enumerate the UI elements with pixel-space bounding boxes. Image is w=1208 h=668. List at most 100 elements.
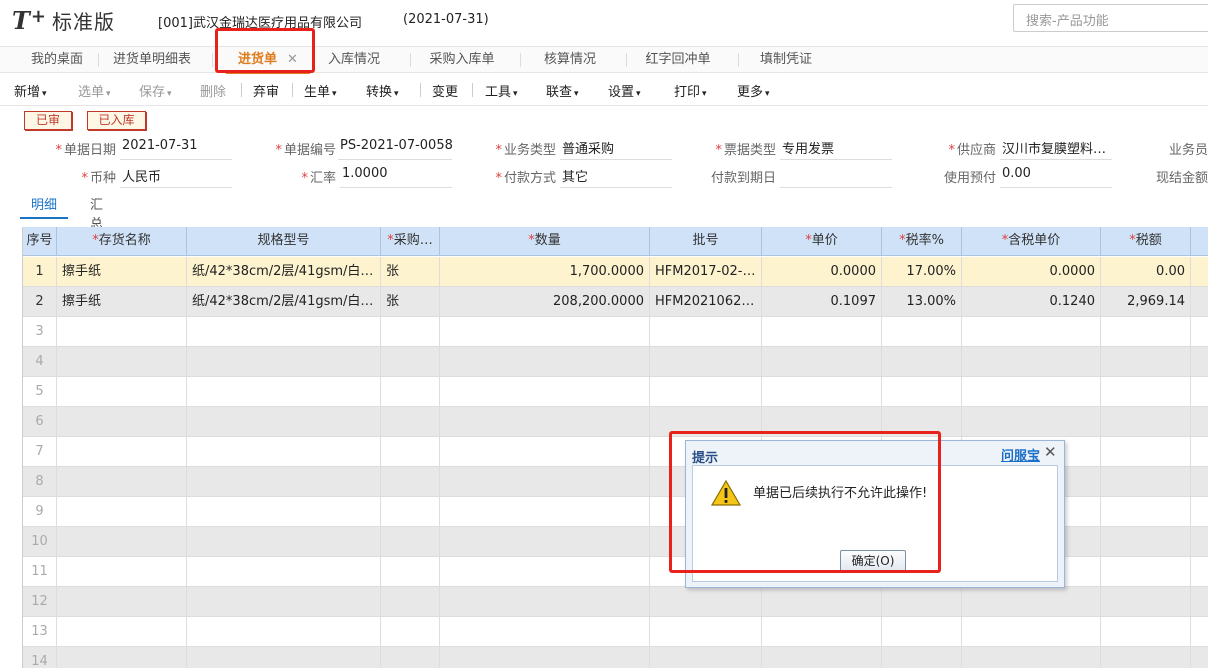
grid-cell[interactable] [440,467,650,497]
grid-cell[interactable] [962,407,1101,437]
grid-cell[interactable] [57,647,187,668]
grid-cell[interactable] [57,437,187,467]
tab-detail[interactable]: 明细 [20,194,68,219]
grid-cell[interactable] [1101,497,1191,527]
tab-receipt[interactable]: 进货单 ✕ [226,47,310,74]
grid-cell[interactable] [650,587,762,617]
grid-cell[interactable] [1101,557,1191,587]
grid-cell[interactable] [57,317,187,347]
grid-cell[interactable] [187,467,381,497]
cell-tax-rate[interactable]: 17.00% [882,257,962,287]
linked-query-button[interactable]: 联查 ▾ [546,81,579,100]
cell-tax-price[interactable]: 0.0000 [962,257,1101,287]
grid-cell[interactable] [381,617,440,647]
grid-cell[interactable] [440,317,650,347]
cell-unit[interactable]: 张 [381,257,440,287]
grid-cell[interactable] [440,587,650,617]
grid-cell[interactable] [882,377,962,407]
grid-cell[interactable] [762,317,882,347]
grid-cell[interactable] [1191,587,1208,617]
grid-cell[interactable] [762,347,882,377]
grid-cell[interactable] [440,497,650,527]
settings-button[interactable]: 设置 ▾ [608,81,641,100]
grid-cell[interactable] [381,497,440,527]
tab-desktop[interactable]: 我的桌面 [22,47,92,74]
tab-inbound-status[interactable]: 入库情况 [322,47,386,74]
invoice-type-field[interactable]: 专用发票 [780,138,892,160]
grid-cell[interactable] [1101,407,1191,437]
grid-cell[interactable] [650,647,762,668]
grid-cell[interactable] [1191,497,1208,527]
more-button[interactable]: 更多 ▾ [737,81,770,100]
table-row[interactable]: 3 [23,317,1208,347]
col-tax-rate[interactable]: *税率% [882,227,962,256]
grid-cell[interactable] [762,377,882,407]
grid-cell[interactable] [882,617,962,647]
table-row[interactable]: 12 [23,587,1208,617]
generate-button[interactable]: 生单 ▾ [304,81,337,100]
cell-batch[interactable]: HFM20210622… [650,287,762,317]
abandon-audit-button[interactable]: 弃审 [253,81,279,100]
close-icon[interactable]: ✕ [1044,443,1057,461]
grid-cell[interactable] [1191,377,1208,407]
grid-cell[interactable] [57,497,187,527]
grid-cell[interactable] [762,647,882,668]
grid-cell[interactable] [762,617,882,647]
grid-cell[interactable] [381,647,440,668]
grid-cell[interactable] [187,587,381,617]
convert-button[interactable]: 转换 ▾ [366,81,399,100]
grid-cell[interactable] [1101,317,1191,347]
grid-cell[interactable] [1101,617,1191,647]
doc-no-field[interactable]: PS-2021-07-0058 [338,138,452,160]
grid-cell[interactable] [381,407,440,437]
tab-accounting[interactable]: 核算情况 [538,47,602,74]
grid-cell[interactable] [1191,407,1208,437]
tab-receipt-detail[interactable]: 进货单明细表 [106,47,198,74]
grid-cell[interactable] [440,377,650,407]
table-row[interactable]: 14 [23,647,1208,668]
col-tax-amount[interactable]: *税额 [1101,227,1191,256]
cell-unit[interactable]: 张 [381,287,440,317]
cell-tax-rate[interactable]: 13.00% [882,287,962,317]
grid-cell[interactable] [57,377,187,407]
grid-cell[interactable] [762,587,882,617]
table-row[interactable]: 5 [23,377,1208,407]
biz-type-field[interactable]: 普通采购 [560,138,672,160]
grid-cell[interactable] [57,467,187,497]
grid-cell[interactable] [57,587,187,617]
grid-cell[interactable] [1101,437,1191,467]
grid-cell[interactable] [381,347,440,377]
grid-cell[interactable] [1101,347,1191,377]
change-button[interactable]: 变更 [432,81,458,100]
print-button[interactable]: 打印 ▾ [674,81,707,100]
cell-price[interactable]: 0.1097 [762,287,882,317]
grid-cell[interactable] [882,347,962,377]
table-row[interactable]: 13 [23,617,1208,647]
cell-batch[interactable]: HFM2017-02-10 [650,257,762,287]
grid-cell[interactable] [440,407,650,437]
grid-cell[interactable] [962,617,1101,647]
tab-red-reversal[interactable]: 红字回冲单 [640,47,716,74]
rate-field[interactable]: 1.0000 [340,166,452,188]
currency-field[interactable]: 人民币 [120,166,232,188]
search-input[interactable]: 搜索-产品功能 [1013,4,1208,32]
grid-cell[interactable] [962,347,1101,377]
grid-cell[interactable] [187,347,381,377]
grid-cell[interactable] [882,587,962,617]
grid-cell[interactable] [57,617,187,647]
col-item-name[interactable]: *存货名称 [57,227,187,256]
grid-cell[interactable] [187,497,381,527]
grid-cell[interactable] [57,407,187,437]
doc-date-field[interactable]: 2021-07-31 [120,138,232,160]
grid-cell[interactable] [187,647,381,668]
grid-cell[interactable] [187,407,381,437]
cell-quantity[interactable]: 1,700.0000 [440,257,650,287]
grid-cell[interactable] [381,467,440,497]
cell-item-name[interactable]: 擦手纸 [57,287,187,317]
grid-cell[interactable] [57,557,187,587]
table-row[interactable]: 4 [23,347,1208,377]
save-button[interactable]: 保存 ▾ [139,81,172,100]
grid-cell[interactable] [1191,557,1208,587]
grid-cell[interactable] [440,617,650,647]
grid-cell[interactable] [440,527,650,557]
